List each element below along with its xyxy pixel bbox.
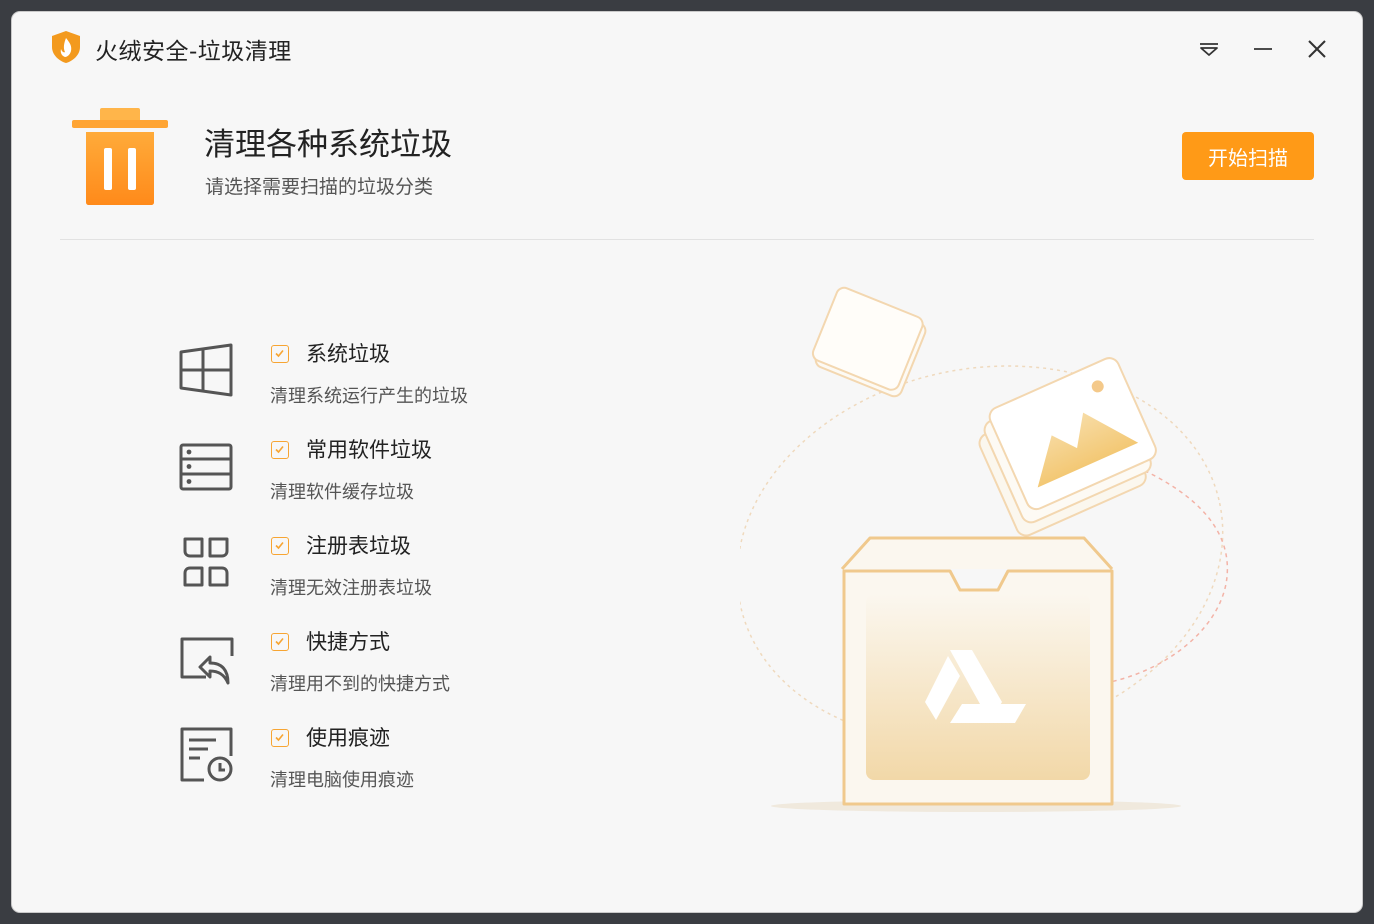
checkmark-icon [275,349,284,358]
category-system-junk: 系统垃圾 清理系统运行产生的垃圾 [172,342,692,432]
app-window: 火绒安全-垃圾清理 清理各种系统垃圾 请选择需要扫描的垃圾分类 开始扫描 系统垃… [12,12,1362,912]
category-registry-junk: 注册表垃圾 清理无效注册表垃圾 [172,534,692,624]
category-software-junk: 常用软件垃圾 清理软件缓存垃圾 [172,438,692,528]
category-desc: 清理无效注册表垃圾 [270,578,432,599]
category-usage-history: 使用痕迹 清理电脑使用痕迹 [172,726,692,816]
usage-history-checkbox[interactable] [271,729,289,747]
start-scan-button[interactable]: 开始扫描 [1182,132,1314,180]
system-junk-checkbox[interactable] [271,345,289,363]
close-icon[interactable] [1302,34,1332,64]
checkmark-icon [275,637,284,646]
junk-box-illustration [740,286,1229,812]
category-desc: 清理系统运行产生的垃圾 [270,386,468,407]
shortcut-icon [180,637,234,685]
category-desc: 清理软件缓存垃圾 [270,482,414,503]
category-name[interactable]: 使用痕迹 [306,722,390,752]
category-shortcut: 快捷方式 清理用不到的快捷方式 [172,630,692,720]
history-icon [180,727,233,782]
checkmark-icon [275,541,284,550]
category-name[interactable]: 快捷方式 [306,626,390,656]
software-junk-checkbox[interactable] [271,441,289,459]
page-subtitle: 请选择需要扫描的垃圾分类 [205,176,434,198]
registry-icon [183,537,229,587]
category-desc: 清理用不到的快捷方式 [270,674,450,695]
checkmark-icon [275,445,284,454]
shortcut-checkbox[interactable] [271,633,289,651]
trash-bin-icon [72,108,168,205]
window-title: 火绒安全-垃圾清理 [95,39,292,65]
page-title: 清理各种系统垃圾 [204,127,452,163]
checkmark-icon [275,733,284,742]
windows-icon [179,343,233,397]
title-bar: 火绒安全-垃圾清理 [12,12,1362,84]
divider [60,239,1314,240]
category-name[interactable]: 常用软件垃圾 [306,434,432,464]
category-name[interactable]: 注册表垃圾 [306,530,411,560]
registry-junk-checkbox[interactable] [271,537,289,555]
menu-icon[interactable] [1194,34,1224,64]
software-list-icon [179,443,233,491]
category-desc: 清理电脑使用痕迹 [270,770,414,791]
huorong-logo-icon [52,31,80,63]
category-name[interactable]: 系统垃圾 [306,338,390,368]
minimize-icon[interactable] [1248,34,1278,64]
